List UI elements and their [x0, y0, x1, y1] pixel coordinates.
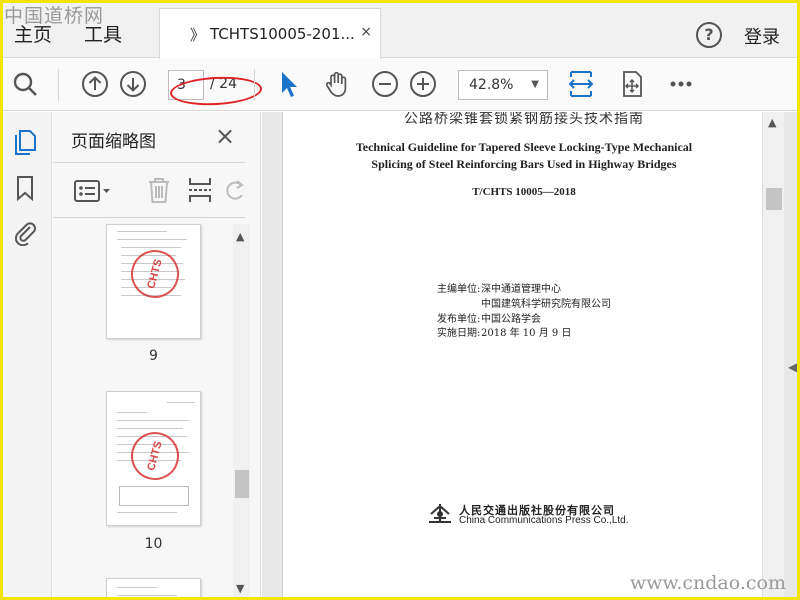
document-page: 公路桥梁锥套锁紧钢筋接头技术指南 Technical Guideline for… — [282, 112, 764, 600]
document-area: 公路桥梁锥套锁紧钢筋接头技术指南 Technical Guideline for… — [262, 112, 800, 600]
toolbar-divider — [58, 69, 59, 101]
more-icon[interactable] — [666, 69, 696, 99]
watermark-bottom: www.cndao.com — [629, 572, 786, 594]
tab-title: TCHTS10005-201... — [210, 25, 355, 43]
left-icon-rail — [0, 112, 52, 600]
text-line — [117, 231, 167, 232]
scrollbar-thumb[interactable] — [235, 470, 249, 498]
text-line — [117, 428, 183, 429]
zoom-select[interactable]: 42.8% ▼ — [458, 70, 548, 100]
close-icon[interactable]: × — [215, 122, 235, 150]
zoom-out-icon[interactable] — [370, 69, 400, 99]
editor-1: 深中通道管理中心 — [481, 284, 561, 295]
pointer-icon[interactable] — [274, 69, 304, 99]
toolbar-divider — [254, 69, 255, 101]
document-en-title-line1: Technical Guideline for Tapered Sleeve L… — [355, 140, 693, 154]
tab-close-icon[interactable]: × — [360, 24, 372, 40]
arrow-down-icon[interactable] — [118, 69, 148, 99]
hand-icon[interactable] — [322, 69, 352, 99]
thumbnail-label: 10 — [144, 536, 163, 552]
zoom-value: 42.8% — [469, 77, 514, 93]
watermark-top: 中国道桥网 — [4, 5, 105, 27]
text-line — [117, 412, 147, 413]
text-line — [117, 239, 187, 240]
arrow-up-icon[interactable] — [80, 69, 110, 99]
date-label: 实施日期: — [437, 328, 481, 339]
publisher-en: China Communications Press Co.,Ltd. — [459, 515, 629, 526]
text-line — [121, 247, 181, 248]
tab-bar: 主页 工具 》 TCHTS10005-201... × ? 登录 — [0, 0, 800, 59]
thumbnails-panel: 页面缩略图 × ▲ ▼ CHTS 9 CHTS 10 — [53, 112, 261, 600]
document-cn-title: 公路桥梁锥套锁紧钢筋接头技术指南 — [404, 112, 644, 127]
rotate-view-icon[interactable] — [617, 69, 647, 99]
thumbnail-scrollbar[interactable]: ▲ ▼ — [233, 224, 250, 600]
zoom-in-icon[interactable] — [408, 69, 438, 99]
document-scrollbar[interactable]: ▲ — [762, 112, 784, 600]
thumbnail-page-9[interactable]: CHTS — [106, 224, 201, 339]
rotate-icon[interactable] — [225, 175, 245, 209]
trash-icon[interactable] — [145, 175, 173, 209]
document-en-title-line2: Splicing of Steel Reinforcing Bars Used … — [371, 157, 677, 171]
text-line — [117, 420, 189, 421]
panel-title: 页面缩略图 — [71, 132, 156, 152]
search-icon[interactable] — [10, 69, 40, 99]
scroll-up-icon[interactable]: ▲ — [236, 230, 244, 243]
issuer-label: 发布单位: — [437, 314, 481, 325]
editor-2: 中国建筑科学研究院有限公司 — [481, 299, 611, 310]
document-tab[interactable]: 》 TCHTS10005-201... × — [159, 8, 381, 59]
insert-page-icon[interactable] — [186, 175, 214, 209]
thumbnail-page-10[interactable]: CHTS — [106, 391, 201, 526]
scroll-down-icon[interactable]: ▼ — [236, 582, 244, 595]
options-menu-icon[interactable] — [73, 177, 113, 209]
toolbar: 3 / 24 42.8% ▼ — [0, 59, 800, 111]
panel-toolbar — [53, 162, 245, 218]
thumbnail-page-11[interactable] — [106, 578, 201, 600]
text-line — [117, 512, 177, 513]
help-icon[interactable]: ? — [696, 22, 722, 48]
text-line — [167, 402, 195, 403]
scrollbar-thumb[interactable] — [766, 188, 782, 210]
login-button[interactable]: 登录 — [744, 23, 780, 49]
publisher-logo-icon — [425, 502, 455, 530]
thumbnail-label: 9 — [149, 348, 158, 364]
text-line — [117, 595, 177, 596]
scroll-up-icon[interactable]: ▲ — [768, 116, 776, 129]
collapse-right-handle[interactable]: ◀ — [788, 360, 797, 374]
tab-arrow-icon: 》 — [190, 26, 206, 44]
standard-number: T/CHTS 10005—2018 — [472, 186, 576, 198]
page-thumbnails-icon[interactable] — [11, 128, 39, 156]
issuer: 中国公路学会 — [481, 314, 541, 325]
editor-label: 主编单位: — [437, 284, 481, 295]
implementation-date: 2018 年 10 月 9 日 — [481, 328, 572, 339]
thumbnail-table — [119, 486, 189, 506]
text-line — [117, 587, 157, 588]
attachment-icon[interactable] — [11, 218, 39, 247]
bookmark-icon[interactable] — [11, 174, 39, 202]
fit-width-icon[interactable] — [566, 69, 596, 99]
chevron-down-icon: ▼ — [531, 79, 539, 90]
